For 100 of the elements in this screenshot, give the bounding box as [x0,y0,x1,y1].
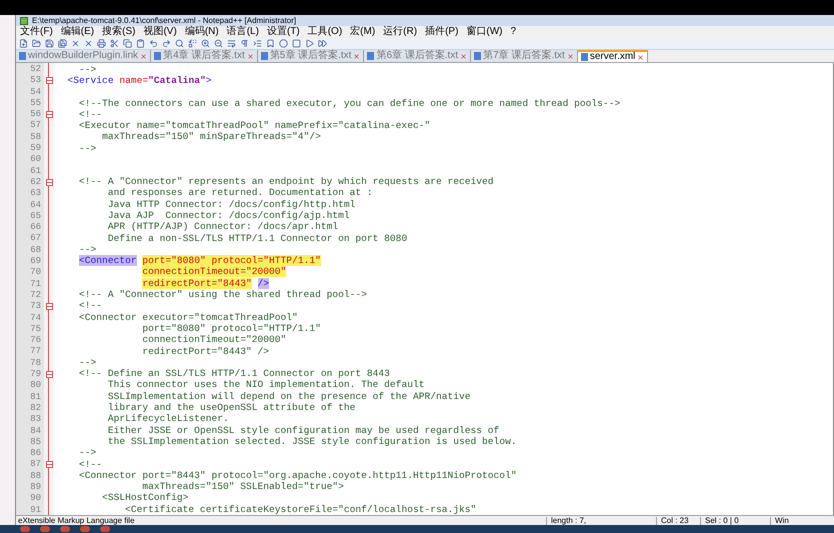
close-icon[interactable] [566,52,574,60]
fold-marker-icon[interactable] [46,460,52,468]
code-text: maxThreads="150" SSLEnabled="true"> [142,481,344,492]
zoom-in-icon[interactable] [201,39,210,48]
line-number: 52 [29,64,42,76]
code-text: --> [79,356,96,368]
line-number: 74 [29,312,42,324]
pilcrow-icon[interactable] [240,39,249,48]
menu-item[interactable]: 编辑(E) [60,27,94,37]
line-number: 67 [29,233,42,245]
close-icon[interactable] [353,52,360,60]
code-text: This connector uses the NIO implementation. The default [108,379,424,390]
undo-icon[interactable] [149,39,158,48]
save-all-icon[interactable] [58,39,67,48]
file-tab[interactable]: 第7章 课后答案.txt [471,50,578,62]
fold-marker-icon[interactable] [46,370,52,378]
close-icon[interactable] [246,52,254,60]
code-text: port="8080" protocol="HTTP/1.1" [142,322,321,334]
fold-marker-icon[interactable] [46,303,52,310]
code-text: name= [119,75,148,86]
stop-icon[interactable] [292,39,301,48]
play-icon[interactable] [305,39,314,48]
menu-item[interactable]: 文件(F) [20,27,53,37]
line-number: 89 [29,482,42,494]
close-icon[interactable] [637,54,644,60]
code-text: <!-- [79,458,102,470]
menu-item[interactable]: 设置(T) [266,27,300,37]
file-tab[interactable]: 第4章 课后答案.txt [151,50,258,62]
menu-item[interactable]: ? [510,27,516,37]
line-number: 73 [29,301,42,313]
redo-icon[interactable] [162,39,171,48]
new-file-icon[interactable] [19,39,28,48]
code-text: Java AJP Connector: /docs/config/ajp.html [108,210,350,221]
menu-item[interactable]: 宏(M) [350,27,376,37]
menu-item[interactable]: 搜索(S) [102,27,136,37]
file-type-text: eXtensible Markup Language file [17,516,136,524]
code-text: Java HTTP Connector: /docs/config/http.html [108,198,356,210]
code-text: redirectPort="8443" [142,278,252,289]
line-number: 81 [29,392,42,403]
code-text: and responses are returned. Documentation at : [108,187,373,198]
paste-icon[interactable] [136,39,145,48]
open-folder-icon[interactable] [32,39,41,48]
bookmark-icon[interactable] [266,39,275,48]
menu-item[interactable]: 工具(O) [308,27,342,37]
print-icon[interactable] [97,39,106,48]
line-number: 86 [29,448,42,460]
code-text: maxThreads="150" minSpareThreads="4"/> [102,131,321,142]
code-text: <SSLHostConfig> [102,492,188,504]
line-number: 82 [29,402,42,414]
code-text: --> [79,244,96,255]
line-number: 78 [29,358,42,370]
line-number: 54 [29,86,42,98]
line-number: 83 [29,414,42,426]
fast-forward-icon[interactable] [318,39,327,48]
record-icon[interactable] [279,39,288,48]
close-icon[interactable] [460,52,468,60]
code-text: --> [79,64,96,75]
fold-marker-icon[interactable] [46,77,52,84]
copy-icon[interactable] [123,39,132,48]
search-icon[interactable] [175,39,184,48]
cut-icon[interactable] [110,39,119,48]
code-text: <!-- [79,108,102,120]
line-number: 65 [29,210,42,222]
zoom-out-icon[interactable] [214,39,223,48]
replace-icon[interactable] [188,39,197,48]
line-number: 77 [29,346,42,358]
line-number: 68 [29,244,42,256]
file-icon [19,52,26,60]
code-text: <!--The connectors can use a shared executor, you can define one or more named thread pools--> [79,98,620,109]
code-text: Define a non-SSL/TLS HTTP/1.1 Connector on port 8080 [108,232,408,244]
close-all-icon[interactable] [84,39,93,48]
code-text: <Executor name="tomcatThreadPool" namePrefix="catalina-exec-" [79,120,430,132]
fold-marker-icon[interactable] [46,111,52,118]
menu-item[interactable]: 语言(L) [226,27,259,37]
line-number: 88 [29,470,42,482]
menu-item[interactable]: 运行(R) [383,27,418,37]
code-text: "Catalina" [148,75,206,86]
menu-item[interactable]: 窗口(W) [466,27,503,37]
code-text: --> [79,142,96,154]
close-icon[interactable] [140,52,148,60]
menu-item[interactable]: 视图(V) [143,27,177,37]
menu-item[interactable]: 编码(N) [184,27,219,37]
indent-icon[interactable] [253,39,262,48]
word-wrap-icon[interactable] [227,39,236,48]
file-icon [154,52,162,60]
line-number: 62 [29,176,42,188]
fold-marker-icon[interactable] [46,178,52,186]
line-number: 63 [29,188,42,200]
menu-item[interactable]: 插件(P) [425,27,458,37]
code-text: AprLifecycleListener. [108,413,229,424]
code-text: <Connector executor="tomcatThreadPool" [79,312,298,323]
save-icon[interactable] [45,39,54,48]
notepad-app-icon [20,16,28,24]
file-tab[interactable]: server.xml [578,50,648,62]
line-number: 56 [29,109,42,120]
line-number: 66 [29,222,42,234]
line-number: 90 [29,493,42,505]
code-text: port="8080" protocol="HTTP/1.1" [142,255,321,266]
file-tab[interactable]: 第6章 课后答案.txt [364,50,472,62]
close-icon[interactable] [71,39,80,48]
